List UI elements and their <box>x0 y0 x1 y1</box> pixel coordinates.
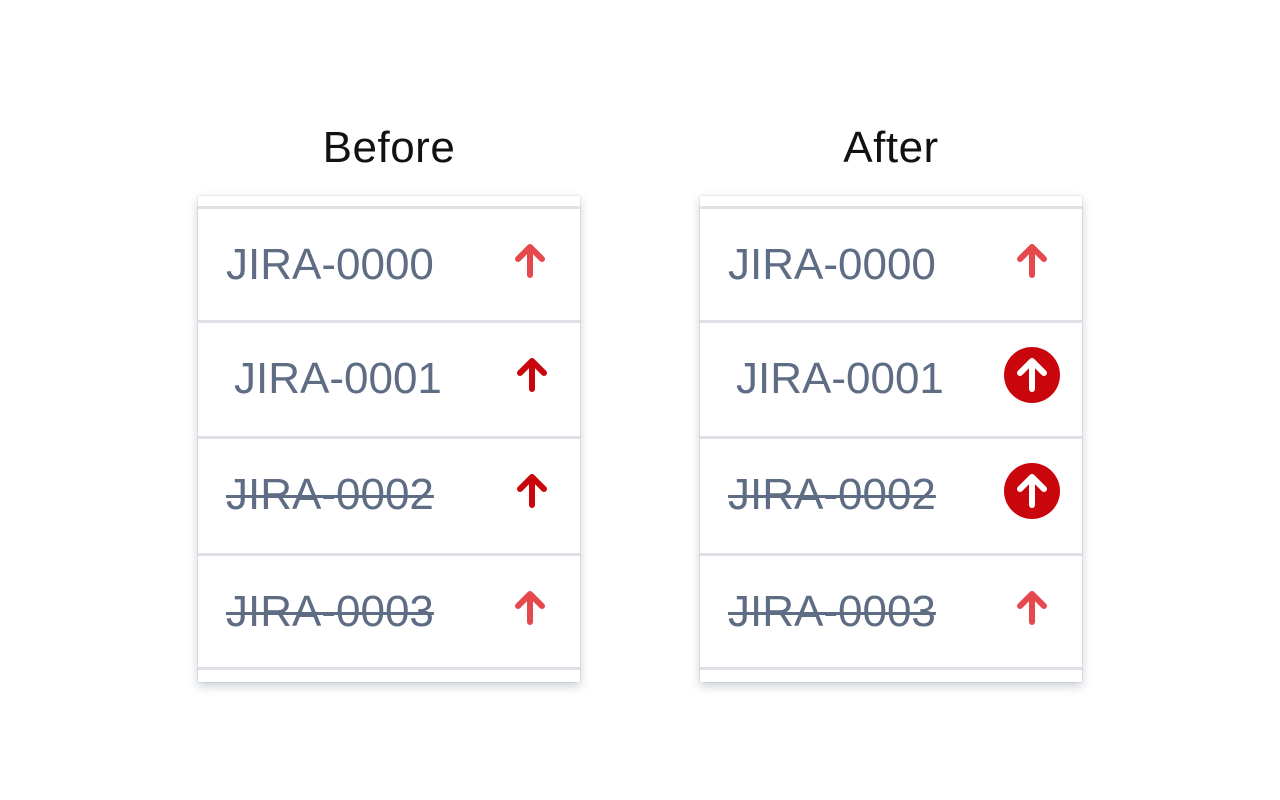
priority-arrow-up-icon <box>504 463 560 519</box>
issue-key[interactable]: JIRA-0000 <box>728 209 936 320</box>
issue-row[interactable]: JIRA-0001 <box>198 320 580 434</box>
issue-row[interactable]: JIRA-0002 <box>198 436 580 550</box>
priority-arrow-up-icon <box>1004 580 1060 636</box>
issue-key[interactable]: JIRA-0001 <box>736 323 944 434</box>
priority-arrow-up-circle-icon <box>1004 347 1060 403</box>
priority-arrow-up-icon <box>1004 233 1060 289</box>
after-panel-title: After <box>843 123 939 172</box>
issue-key[interactable]: JIRA-0003 <box>728 556 936 667</box>
before-issue-card: JIRA-0000 JIRA-0001 JIRA-0002 JIRA-0003 <box>198 196 580 682</box>
issue-row[interactable]: JIRA-0000 <box>700 206 1082 320</box>
issue-row[interactable]: JIRA-0003 <box>700 553 1082 670</box>
issue-row[interactable]: JIRA-0003 <box>198 553 580 670</box>
issue-key[interactable]: JIRA-0002 <box>728 439 936 550</box>
after-issue-card: JIRA-0000 JIRA-0001 JIRA-0002 JIRA-0003 <box>700 196 1082 682</box>
issue-key[interactable]: JIRA-0001 <box>234 323 442 434</box>
issue-key[interactable]: JIRA-0003 <box>226 556 434 667</box>
priority-arrow-up-circle-icon <box>1004 463 1060 519</box>
priority-arrow-up-icon <box>504 347 560 403</box>
issue-row[interactable]: JIRA-0002 <box>700 436 1082 550</box>
issue-key[interactable]: JIRA-0000 <box>226 209 434 320</box>
before-panel-title: Before <box>322 123 456 172</box>
priority-arrow-up-icon <box>502 580 558 636</box>
issue-row[interactable]: JIRA-0001 <box>700 320 1082 434</box>
priority-arrow-up-icon <box>502 233 558 289</box>
issue-key[interactable]: JIRA-0002 <box>226 439 434 550</box>
issue-row[interactable]: JIRA-0000 <box>198 206 580 320</box>
